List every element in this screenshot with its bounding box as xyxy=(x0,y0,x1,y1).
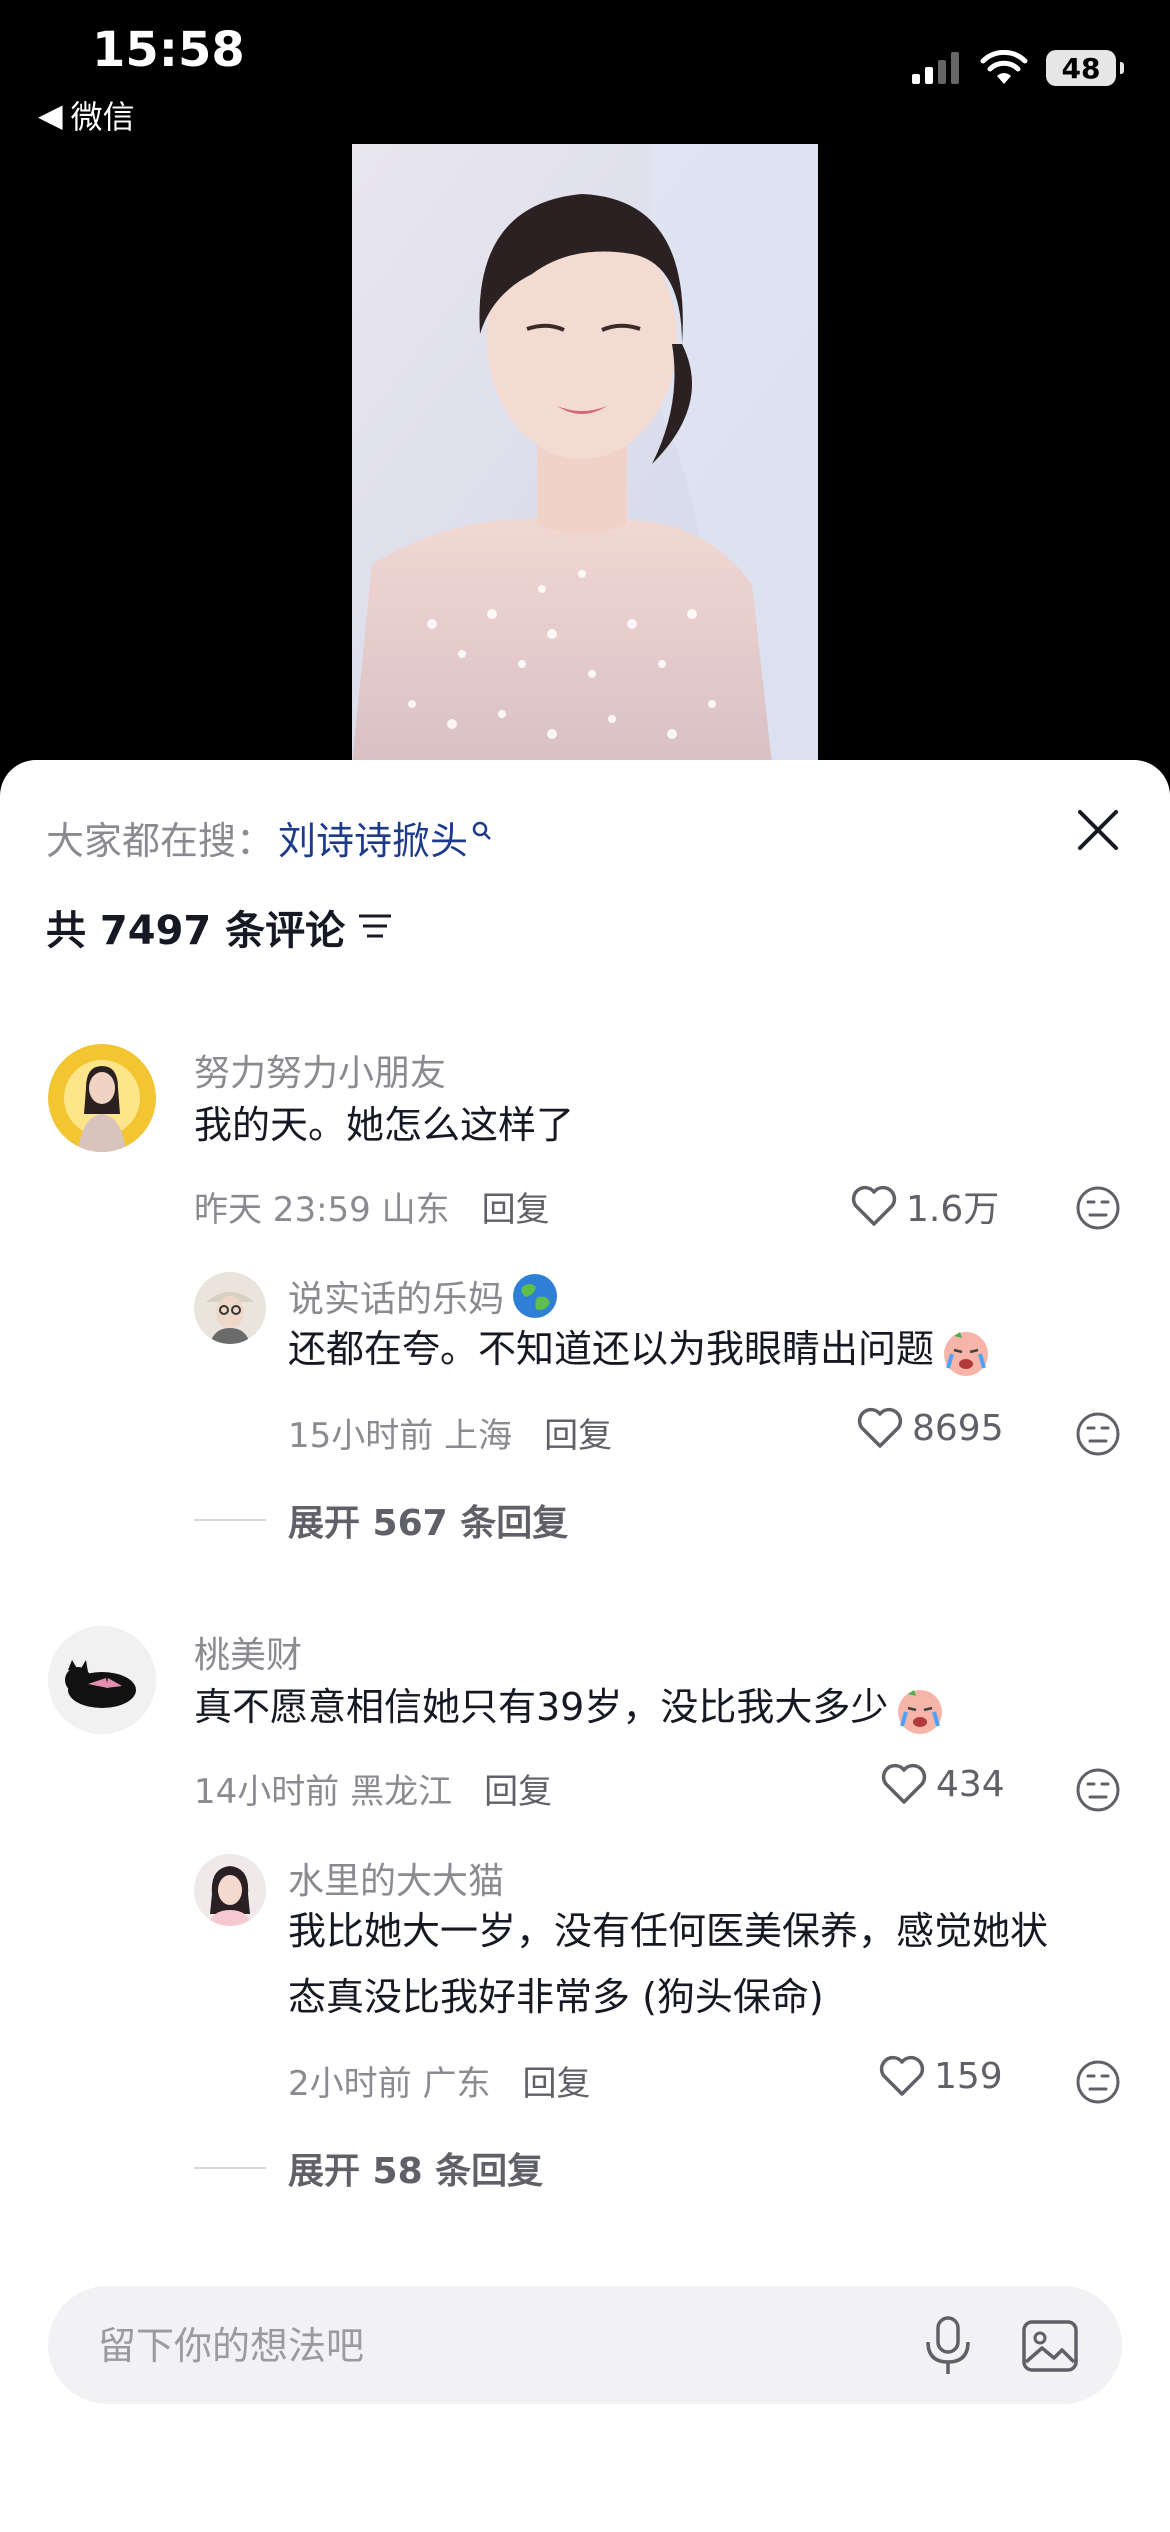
comment-meta: 昨天 23:59 山东 回复 xyxy=(194,1182,550,1231)
search-icon xyxy=(472,821,491,840)
dislike-face-icon[interactable] xyxy=(1074,1410,1122,1458)
avatar-image xyxy=(194,1272,266,1344)
comment-text-content: 真不愿意相信她只有39岁，没比我大多少 xyxy=(194,1685,889,1729)
reply-button[interactable]: 回复 xyxy=(544,1408,612,1457)
heart-icon xyxy=(851,1185,897,1226)
like-button[interactable]: 1.6万 xyxy=(850,1180,999,1232)
reply-username[interactable]: 水里的大大猫 xyxy=(288,1852,504,1904)
reply-meta: 15小时前 上海 回复 xyxy=(288,1408,612,1457)
reply-time-location: 2小时前 广东 xyxy=(288,2064,491,2104)
reply-text-line-1: 我比她大一岁，没有任何医美保养，感觉她状 xyxy=(288,1909,1049,1953)
dislike-face-icon[interactable] xyxy=(1074,2058,1122,2106)
expand-replies-label: 展开 58 条回复 xyxy=(288,2151,544,2192)
video-frame-image xyxy=(352,144,818,764)
like-count: 8695 xyxy=(912,1407,1004,1449)
comment-meta: 14小时前 黑龙江 回复 xyxy=(194,1764,552,1813)
like-count: 1.6万 xyxy=(906,1189,1000,1230)
like-button[interactable]: 159 xyxy=(878,2054,1003,2098)
avatar-image xyxy=(48,1626,156,1734)
reply-text: 还都在夸。不知道还以为我眼睛出问题 xyxy=(288,1316,994,1382)
hot-search-banner[interactable]: 大家都在搜： 刘诗诗掀头 xyxy=(46,810,494,865)
status-time: 15:58 xyxy=(92,22,245,78)
reply-button[interactable]: 回复 xyxy=(484,1764,552,1813)
reply-meta: 2小时前 广东 回复 xyxy=(288,2056,590,2105)
like-count: 434 xyxy=(936,1763,1005,1805)
globe-emoji-icon xyxy=(513,1274,558,1318)
comment-time-location: 昨天 23:59 山东 xyxy=(194,1190,450,1230)
like-button[interactable]: 434 xyxy=(880,1762,1005,1806)
comment-text: 我的天。她怎么这样了 xyxy=(194,1103,575,1147)
avatar[interactable] xyxy=(194,1854,266,1926)
reply-button[interactable]: 回复 xyxy=(482,1182,550,1231)
reply-time-location: 15小时前 上海 xyxy=(288,1416,513,1456)
image-icon[interactable] xyxy=(1020,2316,1080,2376)
crying-emoji-icon xyxy=(944,1331,989,1376)
heart-icon xyxy=(879,2055,925,2096)
microphone-icon[interactable] xyxy=(920,2314,976,2378)
back-to-app[interactable]: ◀ 微信 xyxy=(38,92,135,138)
expand-divider xyxy=(194,1519,266,1521)
close-icon[interactable] xyxy=(1070,802,1126,858)
wifi-icon xyxy=(980,50,1028,84)
battery-indicator: 48 xyxy=(1046,50,1124,86)
reply-username[interactable]: 说实话的乐妈 xyxy=(288,1270,560,1322)
comment-input-bar xyxy=(48,2286,1122,2404)
back-arrow-icon: ◀ xyxy=(38,96,63,134)
battery-level: 48 xyxy=(1061,51,1101,85)
comments-count-label: 共 7497 条评论 xyxy=(46,908,346,954)
comment-text: 真不愿意相信她只有39岁，没比我大多少 xyxy=(194,1674,948,1740)
hot-search-keyword[interactable]: 刘诗诗掀头 xyxy=(278,810,468,865)
dislike-face-icon[interactable] xyxy=(1074,1184,1122,1232)
heart-icon xyxy=(857,1407,903,1448)
comment-username[interactable]: 努力努力小朋友 xyxy=(194,1044,446,1096)
sort-filter-icon[interactable] xyxy=(357,912,393,942)
reply-button[interactable]: 回复 xyxy=(522,2056,590,2105)
comments-sheet: 大家都在搜： 刘诗诗掀头 共 7497 条评论 努力努力小朋友 我的天。她怎么这… xyxy=(0,760,1170,2532)
signal-icon xyxy=(912,52,959,84)
avatar[interactable] xyxy=(48,1626,156,1734)
avatar-image xyxy=(194,1854,266,1926)
back-app-label: 微信 xyxy=(70,98,135,136)
reply-username-text: 说实话的乐妈 xyxy=(288,1279,505,1320)
reply-text-content: 还都在夸。不知道还以为我眼睛出问题 xyxy=(288,1327,935,1371)
expand-replies-button[interactable]: 展开 58 条回复 xyxy=(194,2142,543,2194)
dislike-face-icon[interactable] xyxy=(1074,1766,1122,1814)
like-count: 159 xyxy=(934,2055,1003,2097)
crying-emoji-icon xyxy=(898,1689,943,1734)
hot-search-prefix: 大家都在搜： xyxy=(46,819,275,863)
avatar-image xyxy=(48,1044,156,1152)
avatar[interactable] xyxy=(48,1044,156,1152)
like-button[interactable]: 8695 xyxy=(856,1406,1004,1450)
comments-count: 共 7497 条评论 xyxy=(46,898,393,956)
avatar[interactable] xyxy=(194,1272,266,1344)
expand-replies-label: 展开 567 条回复 xyxy=(288,1503,569,1544)
expand-divider xyxy=(194,2167,266,2169)
reply-text-line-2: 态真没比我好非常多 (狗头保命) xyxy=(288,1975,824,2019)
status-bar: 15:58 ◀ 微信 48 xyxy=(0,0,1170,140)
comment-username[interactable]: 桃美财 xyxy=(194,1626,302,1678)
heart-icon xyxy=(881,1763,927,1804)
video-player[interactable] xyxy=(352,144,818,764)
status-icons: 48 xyxy=(912,50,1124,86)
expand-replies-button[interactable]: 展开 567 条回复 xyxy=(194,1494,568,1546)
comment-time-location: 14小时前 黑龙江 xyxy=(194,1772,453,1812)
comment-input[interactable] xyxy=(96,2316,860,2376)
